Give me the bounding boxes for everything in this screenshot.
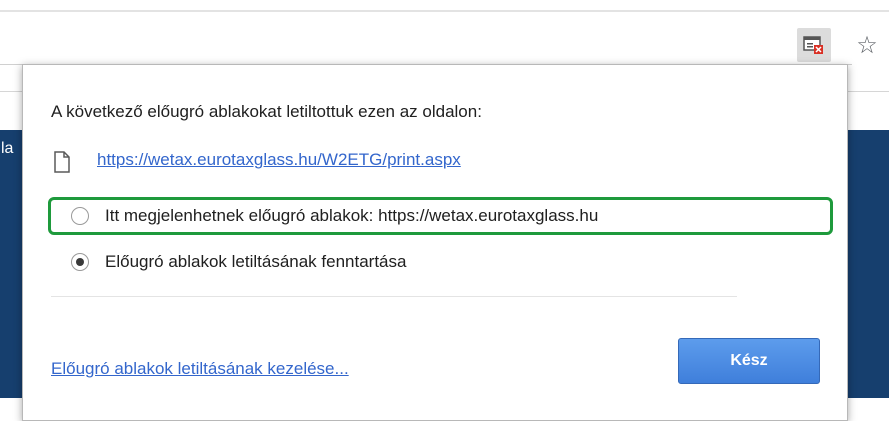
keep-blocking-label: Előugró ablakok letiltásának fenntartása xyxy=(105,252,407,271)
keep-blocking-option[interactable]: Előugró ablakok letiltásának fenntartása xyxy=(71,247,406,277)
allow-popups-radio[interactable] xyxy=(71,207,89,225)
file-icon xyxy=(54,151,70,173)
popup-blocked-glyph xyxy=(803,36,823,54)
manage-popup-blocking-link[interactable]: Előugró ablakok letiltásának kezelése... xyxy=(51,359,349,379)
divider xyxy=(51,296,737,297)
radio-selected-dot xyxy=(76,258,84,266)
done-button[interactable]: Kész xyxy=(678,338,820,384)
allow-popups-option[interactable]: Itt megjelenhetnek előugró ablakok: http… xyxy=(71,201,598,231)
page-partial-text: la xyxy=(1,140,14,157)
popup-blocked-bubble: A következő előugró ablakokat letiltottu… xyxy=(22,64,848,421)
popup-blocked-icon[interactable] xyxy=(797,28,831,62)
keep-blocking-radio[interactable] xyxy=(71,253,89,271)
address-bar[interactable] xyxy=(0,12,852,65)
bubble-title: A következő előugró ablakokat letiltottu… xyxy=(51,102,482,121)
blocked-popup-link[interactable]: https://wetax.eurotaxglass.hu/W2ETG/prin… xyxy=(97,150,461,170)
star-icon[interactable]: ☆ xyxy=(850,28,884,62)
allow-popups-label: Itt megjelenhetnek előugró ablakok: http… xyxy=(105,206,599,225)
